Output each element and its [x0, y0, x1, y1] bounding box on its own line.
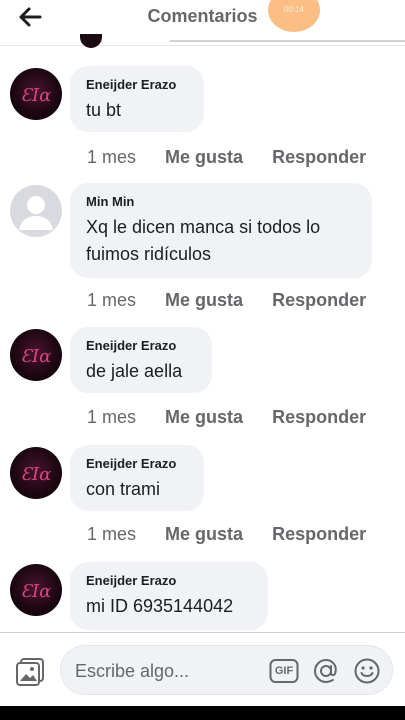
- svg-text:ƐIɑ: ƐIɑ: [21, 346, 51, 367]
- emoji-icon: [354, 658, 380, 684]
- page-title: Comentarios: [147, 6, 258, 26]
- comment-text: con trami: [86, 479, 161, 499]
- comment-text: Xq le dicen manca si todos lo fuimos rid…: [86, 214, 356, 268]
- avatar[interactable]: [10, 185, 62, 237]
- comment-composer: GIF: [0, 632, 405, 706]
- gif-button[interactable]: GIF: [269, 658, 299, 684]
- comment-input-box: GIF: [60, 645, 393, 695]
- comment-author[interactable]: Eneijder Erazo: [86, 456, 188, 472]
- avatar-image-icon: ƐIɑ: [21, 346, 51, 367]
- emoji-button[interactable]: [353, 657, 381, 685]
- comment-input[interactable]: [75, 658, 265, 684]
- comment-time: 1 mes: [87, 147, 137, 167]
- comment-author[interactable]: Eneijder Erazo: [86, 338, 196, 354]
- avatar-image-icon: ƐIɑ: [21, 85, 51, 106]
- svg-text:ƐIɑ: ƐIɑ: [21, 464, 51, 485]
- avatar-image-icon: ƐIɑ: [21, 581, 51, 602]
- comment-actions: 1 mes Me gusta Responder: [87, 406, 366, 428]
- avatar-image-icon: ƐIɑ: [21, 464, 51, 485]
- clipped-previous-comment: [70, 34, 405, 48]
- comment-text: tu bt: [86, 100, 122, 120]
- comment-bubble: Eneijder Erazo mi ID 6935144042: [70, 562, 268, 630]
- avatar[interactable]: ƐIɑ: [10, 68, 62, 120]
- like-button[interactable]: Me gusta: [165, 289, 243, 311]
- svg-text:ƐIɑ: ƐIɑ: [21, 85, 51, 106]
- comment-time: 1 mes: [87, 290, 137, 310]
- comment-text: mi ID 6935144042: [86, 596, 234, 616]
- comment-author[interactable]: Eneijder Erazo: [86, 573, 252, 589]
- comment-bubble: Eneijder Erazo de jale aella: [70, 327, 212, 393]
- comment-time: 1 mes: [87, 407, 137, 427]
- photo-button[interactable]: [14, 655, 46, 687]
- avatar: [80, 34, 102, 48]
- avatar[interactable]: ƐIɑ: [10, 329, 62, 381]
- avatar[interactable]: ƐIɑ: [10, 447, 62, 499]
- comment-bubble: Min Min Xq le dicen manca si todos lo fu…: [70, 183, 372, 278]
- comment-author[interactable]: Min Min: [86, 194, 356, 210]
- mention-button[interactable]: [312, 657, 340, 685]
- reply-button[interactable]: Responder: [272, 406, 366, 428]
- mention-icon: [313, 658, 337, 684]
- reply-button[interactable]: Responder: [272, 289, 366, 311]
- like-button[interactable]: Me gusta: [165, 406, 243, 428]
- comment-actions: 1 mes Me gusta Responder: [87, 523, 366, 545]
- svg-text:ƐIɑ: ƐIɑ: [21, 581, 51, 602]
- default-user-icon: [19, 196, 53, 230]
- like-button[interactable]: Me gusta: [165, 146, 243, 168]
- comment-time: 1 mes: [87, 524, 137, 544]
- system-nav-bar: [0, 706, 405, 720]
- comment-text-line: Xq le dicen manca si todos lo: [86, 217, 321, 237]
- comment-text: de jale aella: [86, 361, 183, 381]
- like-button[interactable]: Me gusta: [165, 523, 243, 545]
- reply-button[interactable]: Responder: [272, 146, 366, 168]
- comment-bubble: Eneijder Erazo con trami: [70, 445, 204, 511]
- avatar[interactable]: ƐIɑ: [10, 564, 62, 616]
- divider: [170, 40, 405, 42]
- comment-author[interactable]: Eneijder Erazo: [86, 77, 188, 93]
- photo-icon: [16, 658, 44, 686]
- comment-bubble: Eneijder Erazo tu bt: [70, 66, 204, 132]
- comment-text-line: fuimos ridículos: [86, 244, 212, 264]
- gif-label: GIF: [274, 665, 294, 677]
- reply-button[interactable]: Responder: [272, 523, 366, 545]
- comment-actions: 1 mes Me gusta Responder: [87, 146, 366, 168]
- comment-actions: 1 mes Me gusta Responder: [87, 289, 366, 311]
